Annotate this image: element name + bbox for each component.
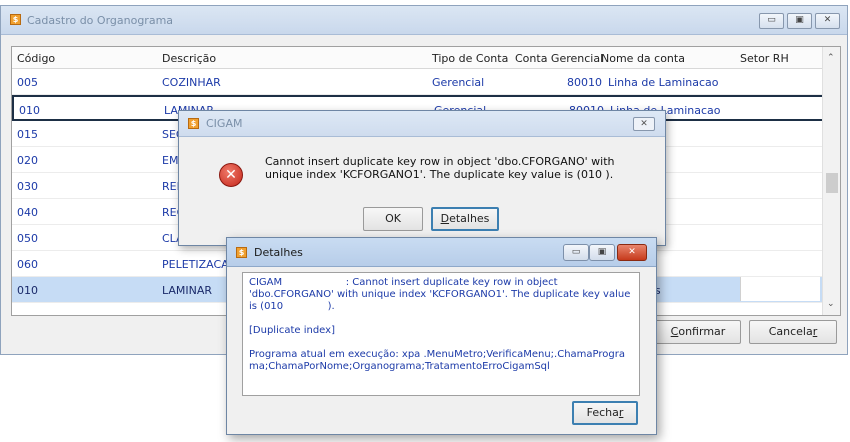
scroll-up-icon[interactable]: ⌃ bbox=[827, 53, 835, 63]
dialog-close-button[interactable]: ✕ bbox=[633, 117, 655, 131]
details-dialog: $ Detalhes ▭ ▣ ✕ CIGAM : Cannot insert d… bbox=[226, 237, 657, 435]
error-message: Cannot insert duplicate key row in objec… bbox=[265, 155, 615, 181]
close-icon: ✕ bbox=[628, 247, 636, 257]
cigam-app-icon: $ bbox=[10, 14, 21, 25]
cell-codigo: 040 bbox=[17, 206, 38, 219]
col-conta-gerencial[interactable]: Conta Gerencial bbox=[515, 52, 603, 65]
cell-codigo: 010 bbox=[19, 104, 40, 117]
cell-codigo: 010 bbox=[17, 284, 38, 297]
col-nome-conta[interactable]: Nome da conta bbox=[601, 52, 685, 65]
cell-codigo: 020 bbox=[17, 154, 38, 167]
details-line-2: [Duplicate index] bbox=[249, 325, 335, 336]
cell-codigo: 005 bbox=[17, 76, 38, 89]
maximize-icon: ▣ bbox=[795, 15, 804, 25]
table-row[interactable]: 005 COZINHAR Gerencial 80010 Linha de Lamina… bbox=[12, 69, 824, 95]
details-line-1: CIGAM : Cannot insert duplicate key row … bbox=[249, 277, 634, 312]
col-tipo-conta[interactable]: Tipo de Conta bbox=[432, 52, 508, 65]
col-descricao[interactable]: Descrição bbox=[162, 52, 216, 65]
scroll-down-icon[interactable]: ⌄ bbox=[827, 299, 835, 309]
maximize-icon: ▣ bbox=[597, 247, 607, 257]
details-title-bar[interactable]: $ Detalhes ▭ ▣ ✕ bbox=[227, 238, 656, 267]
scroll-thumb[interactable] bbox=[826, 173, 838, 193]
error-dialog: $ CIGAM ✕ ✕ Cannot insert duplicate key … bbox=[178, 110, 666, 246]
grid-header: Código Descrição Tipo de Conta Conta Ger… bbox=[12, 47, 824, 69]
maximize-button[interactable]: ▣ bbox=[787, 13, 812, 29]
cell-descricao: COZINHAR bbox=[162, 76, 221, 89]
ok-button[interactable]: OK bbox=[363, 207, 423, 231]
details-text[interactable]: CIGAM : Cannot insert duplicate key row … bbox=[242, 272, 640, 396]
cigam-app-icon: $ bbox=[236, 247, 247, 258]
details-close-button[interactable]: ✕ bbox=[617, 244, 647, 261]
cell-tipo-conta: Gerencial bbox=[432, 76, 485, 89]
confirm-button[interactable]: Confirmar bbox=[655, 320, 741, 344]
window-title: Cadastro do Organograma bbox=[27, 14, 174, 27]
cell-codigo: 015 bbox=[17, 128, 38, 141]
details-line-3: Programa atual em execução: xpa .MenuMet… bbox=[249, 349, 626, 372]
close-details-button[interactable]: Fechar bbox=[572, 401, 638, 425]
details-title: Detalhes bbox=[254, 246, 303, 259]
cell-codigo: 060 bbox=[17, 258, 38, 271]
col-setor-rh[interactable]: Setor RH bbox=[740, 52, 789, 65]
cancel-button[interactable]: Cancelar bbox=[749, 320, 837, 344]
cell-nome-conta: Linha de Laminacao bbox=[608, 76, 719, 89]
title-bar[interactable]: $ Cadastro do Organograma ▭ ▣ ✕ bbox=[1, 6, 847, 35]
cell-conta-gerencial: 80010 bbox=[567, 76, 602, 89]
cell-codigo: 050 bbox=[17, 232, 38, 245]
col-codigo[interactable]: Código bbox=[17, 52, 55, 65]
details-maximize-button[interactable]: ▣ bbox=[589, 244, 615, 261]
minimize-button[interactable]: ▭ bbox=[759, 13, 784, 29]
error-icon: ✕ bbox=[219, 163, 243, 187]
cell-codigo: 030 bbox=[17, 180, 38, 193]
vertical-scrollbar[interactable]: ⌃ ⌄ bbox=[822, 47, 840, 315]
dialog-title-bar[interactable]: $ CIGAM ✕ bbox=[179, 111, 665, 137]
close-icon: ✕ bbox=[823, 15, 832, 25]
details-button[interactable]: Detalhes bbox=[431, 207, 499, 231]
minimize-icon: ▭ bbox=[767, 15, 776, 25]
close-icon: ✕ bbox=[640, 119, 648, 129]
minimize-icon: ▭ bbox=[571, 247, 581, 257]
cigam-app-icon: $ bbox=[188, 118, 199, 129]
close-button[interactable]: ✕ bbox=[815, 13, 840, 29]
dialog-title: CIGAM bbox=[206, 117, 243, 130]
setor-rh-cell-box[interactable] bbox=[740, 277, 820, 301]
cell-descricao: LAMINAR bbox=[162, 284, 213, 297]
details-minimize-button[interactable]: ▭ bbox=[563, 244, 589, 261]
